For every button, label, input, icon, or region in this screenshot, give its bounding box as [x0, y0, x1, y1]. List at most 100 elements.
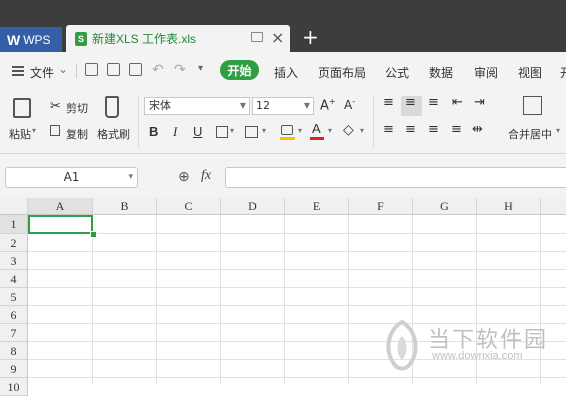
row-header-10[interactable]: 10: [0, 378, 28, 396]
formula-bar: A1 ▾ ⊕ fx: [0, 154, 566, 198]
increase-indent-icon[interactable]: ⇥: [474, 95, 485, 110]
tab-review[interactable]: 审阅: [474, 64, 498, 81]
grid-line: [28, 269, 566, 270]
row-header-5[interactable]: 5: [0, 288, 28, 306]
name-box[interactable]: A1 ▾: [5, 167, 138, 188]
selected-cell-A1[interactable]: [28, 215, 93, 234]
chevron-down-icon[interactable]: ▾: [360, 126, 364, 135]
watermark-url: www.downxia.com: [432, 350, 523, 362]
chevron-down-icon: ▼: [239, 101, 246, 110]
fill-color-icon[interactable]: [281, 125, 293, 135]
chevron-down-icon[interactable]: ▾: [556, 126, 560, 135]
select-all-corner[interactable]: [0, 198, 28, 215]
copy-icon[interactable]: [50, 125, 60, 136]
row-header-6[interactable]: 6: [0, 306, 28, 324]
tab-insert[interactable]: 插入: [274, 64, 298, 81]
file-menu[interactable]: 文件: [30, 64, 54, 81]
justify-icon[interactable]: ≡: [451, 122, 462, 137]
borders-icon[interactable]: [216, 126, 228, 138]
distribute-icon[interactable]: ⇹: [472, 122, 483, 137]
spreadsheet-icon: S: [75, 31, 87, 46]
row-header-9[interactable]: 9: [0, 360, 28, 378]
column-header-H[interactable]: H: [477, 198, 541, 215]
column-header-C[interactable]: C: [157, 198, 221, 215]
ribbon-toolbar: 粘贴 ▾ ✂ 剪切 复制 格式刷 宋体 ▼ 12 ▼ A+ A- B I U ▾…: [0, 90, 566, 154]
zoom-icon[interactable]: ⊕: [178, 169, 190, 185]
watermark: 当下软件园 www.downxia.com: [380, 318, 566, 385]
copy-button[interactable]: 复制: [66, 126, 88, 142]
fill-handle[interactable]: [90, 231, 97, 238]
tab-view[interactable]: 视图: [518, 64, 542, 81]
italic-button[interactable]: I: [173, 124, 177, 140]
new-tab-button[interactable]: +: [302, 27, 319, 47]
wps-tab-label: WPS: [23, 32, 51, 47]
pin-window-icon[interactable]: [251, 32, 263, 42]
format-painter-button[interactable]: 格式刷: [97, 126, 130, 142]
print-preview-icon[interactable]: [129, 63, 142, 76]
font-color-icon[interactable]: A: [312, 121, 321, 136]
row-header-7[interactable]: 7: [0, 324, 28, 342]
document-tab[interactable]: S 新建XLS 工作表.xls ×: [66, 25, 290, 52]
scissors-icon[interactable]: ✂: [50, 99, 61, 114]
decrease-indent-icon[interactable]: ⇤: [452, 95, 463, 110]
redo-icon[interactable]: ↷: [174, 62, 186, 78]
tab-page-layout[interactable]: 页面布局: [318, 64, 366, 81]
close-tab-icon[interactable]: ×: [271, 28, 284, 47]
column-header-A[interactable]: A: [28, 198, 93, 215]
tab-formula[interactable]: 公式: [385, 64, 409, 81]
increase-font-icon[interactable]: A+: [320, 97, 336, 113]
print-icon[interactable]: [107, 63, 120, 76]
clear-format-icon[interactable]: ◇: [343, 122, 354, 138]
chevron-down-icon[interactable]: ▾: [230, 126, 234, 135]
tab-more[interactable]: 开: [560, 64, 566, 81]
column-header-F[interactable]: F: [349, 198, 413, 215]
merge-center-button[interactable]: 合并居中: [508, 126, 552, 142]
align-right-icon[interactable]: ≡: [428, 122, 439, 137]
tab-start[interactable]: 开始: [220, 60, 259, 80]
formula-input[interactable]: [225, 167, 566, 188]
align-bottom-icon[interactable]: ≡: [428, 95, 439, 110]
font-name-select[interactable]: 宋体 ▼: [144, 97, 250, 115]
row-header-8[interactable]: 8: [0, 342, 28, 360]
row-header-2[interactable]: 2: [0, 234, 28, 252]
chevron-down-icon: ▼: [303, 101, 310, 110]
column-header-partial[interactable]: [541, 198, 566, 215]
wps-home-tab[interactable]: W WPS: [0, 27, 62, 52]
insert-function-icon[interactable]: fx: [201, 168, 211, 184]
divider: [76, 64, 77, 78]
font-size-select[interactable]: 12 ▼: [252, 97, 314, 115]
customize-toolbar-icon[interactable]: ▾: [198, 63, 203, 74]
wps-logo-icon: W: [7, 31, 20, 48]
tab-data[interactable]: 数据: [429, 64, 453, 81]
column-header-E[interactable]: E: [285, 198, 349, 215]
chevron-down-icon[interactable]: ▾: [298, 126, 302, 135]
menu-bar: 文件 ⌄ ↶ ↷ ▾ 开始 插入 页面布局 公式 数据 审阅 视图 开: [0, 52, 566, 90]
row-header-3[interactable]: 3: [0, 252, 28, 270]
chevron-down-icon[interactable]: ⌄: [58, 62, 68, 76]
column-header-G[interactable]: G: [413, 198, 477, 215]
menu-icon[interactable]: [12, 66, 24, 76]
align-top-icon[interactable]: ≡: [383, 95, 394, 110]
underline-button[interactable]: U: [193, 124, 202, 139]
paste-button[interactable]: 粘贴: [9, 126, 31, 142]
paste-dropdown-icon[interactable]: ▾: [32, 126, 36, 135]
align-center-icon[interactable]: ≡: [405, 122, 416, 137]
bold-button[interactable]: B: [149, 124, 158, 139]
save-icon[interactable]: [85, 63, 98, 76]
column-header-D[interactable]: D: [221, 198, 285, 215]
decrease-font-icon[interactable]: A-: [344, 97, 355, 112]
format-painter-icon[interactable]: [105, 96, 119, 118]
chevron-down-icon[interactable]: ▾: [262, 126, 266, 135]
merge-center-icon[interactable]: [523, 96, 542, 115]
chevron-down-icon[interactable]: ▾: [128, 168, 133, 187]
cell-style-icon[interactable]: [245, 126, 258, 138]
font-color-swatch: [310, 137, 324, 140]
undo-icon[interactable]: ↶: [152, 62, 164, 78]
paste-icon[interactable]: [13, 98, 31, 118]
cut-button[interactable]: 剪切: [66, 100, 88, 116]
align-left-icon[interactable]: ≡: [383, 122, 394, 137]
column-header-B[interactable]: B: [93, 198, 157, 215]
chevron-down-icon[interactable]: ▾: [328, 126, 332, 135]
row-header-1[interactable]: 1: [0, 215, 28, 234]
row-header-4[interactable]: 4: [0, 270, 28, 288]
